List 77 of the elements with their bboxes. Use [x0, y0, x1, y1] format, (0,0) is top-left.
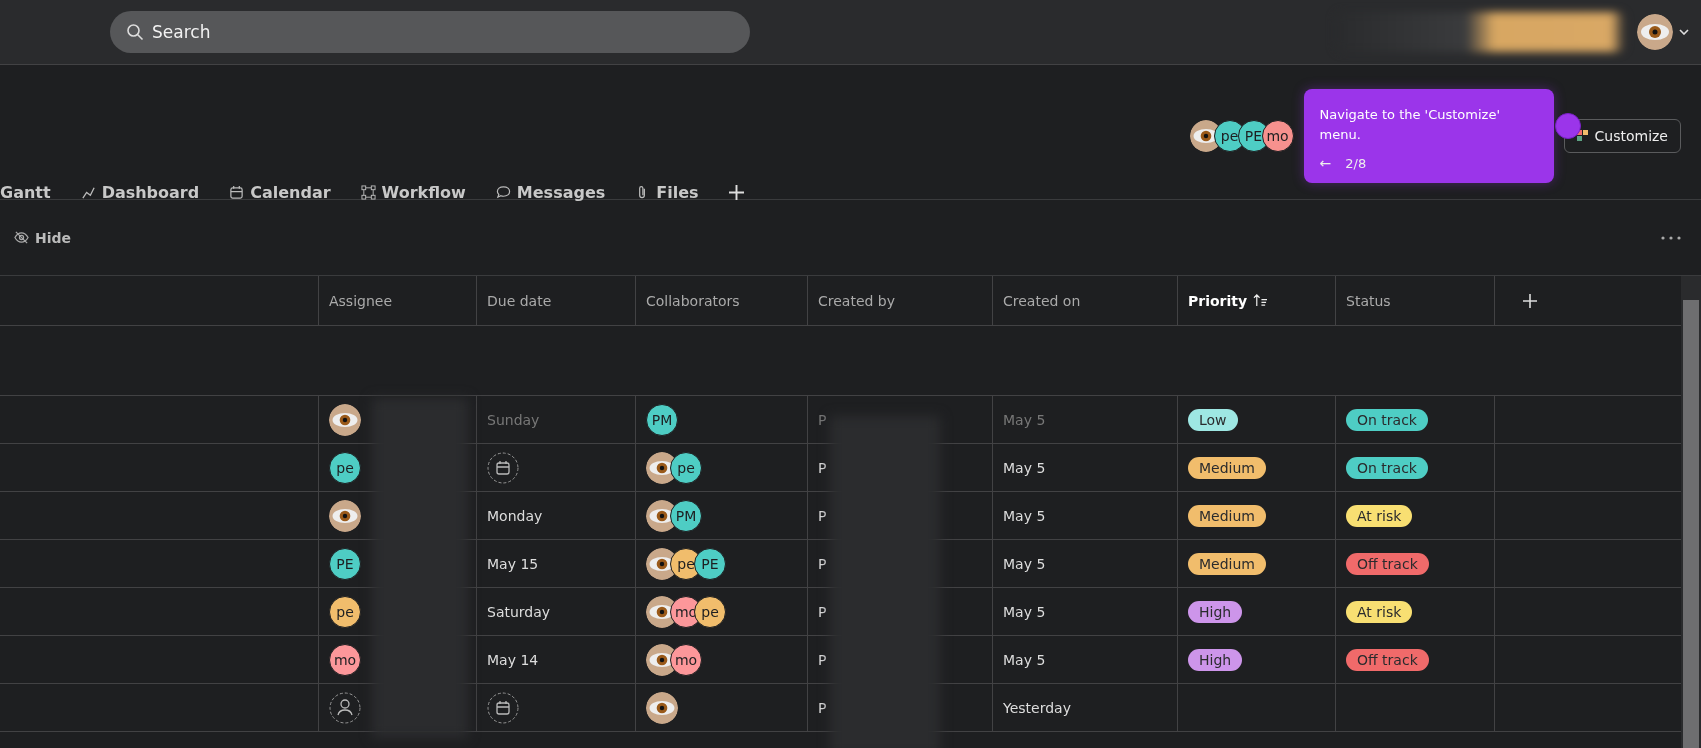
- avatar: pe: [694, 595, 726, 628]
- priority-tag[interactable]: Medium: [1188, 504, 1266, 527]
- due-date: Saturday: [487, 603, 551, 620]
- status-tag[interactable]: Off track: [1346, 552, 1429, 575]
- created-date: May 5: [1003, 651, 1046, 668]
- avatar: pe: [670, 451, 702, 484]
- step-counter: 2/8: [1345, 155, 1367, 171]
- created-date: May 5: [1003, 603, 1046, 620]
- created-date: May 5: [1003, 411, 1046, 428]
- column-header[interactable]: Collaborators: [636, 276, 808, 325]
- created-date: May 5: [1003, 507, 1046, 524]
- tooltip-text: Navigate to the 'Customize' menu.: [1319, 106, 1501, 144]
- scrollbar-thumb[interactable]: [1683, 300, 1699, 748]
- column-header[interactable]: Due date: [477, 276, 636, 325]
- tab[interactable]: Dashboard: [80, 183, 200, 202]
- avatar: PE: [329, 547, 361, 580]
- tab[interactable]: Gantt: [0, 183, 51, 202]
- priority-tag[interactable]: Low: [1188, 408, 1238, 431]
- date-placeholder-icon[interactable]: [487, 451, 519, 484]
- creator-name: P: [818, 411, 827, 428]
- tab[interactable]: Workflow: [360, 183, 466, 202]
- created-date: May 5: [1003, 555, 1046, 572]
- sort-icon: [1253, 294, 1269, 307]
- due-date: May 15: [487, 555, 539, 572]
- avatar: PM: [670, 499, 702, 532]
- add-tab-icon[interactable]: [728, 185, 744, 200]
- priority-tag[interactable]: Medium: [1188, 456, 1266, 479]
- status-tag[interactable]: On track: [1346, 456, 1428, 479]
- column-header[interactable]: Assignee: [319, 276, 477, 325]
- date-placeholder-icon[interactable]: [487, 691, 519, 724]
- avatar: mo: [670, 643, 702, 676]
- speech-bubble-icon: [495, 185, 511, 200]
- creator-name: P: [818, 507, 827, 524]
- assignee-placeholder-icon[interactable]: [329, 691, 361, 724]
- creator-name: P: [818, 603, 827, 620]
- due-date: May 14: [487, 651, 539, 668]
- created-date: Yesterday: [1003, 699, 1071, 716]
- priority-tag[interactable]: High: [1188, 600, 1243, 623]
- workflow-icon: [360, 185, 376, 200]
- due-date: Monday: [487, 507, 543, 524]
- column-header[interactable]: Priority: [1178, 276, 1336, 325]
- column-header[interactable]: Created on: [993, 276, 1178, 325]
- status-tag[interactable]: Off track: [1346, 648, 1429, 671]
- tab[interactable]: Calendar: [229, 183, 331, 202]
- tab[interactable]: Files: [635, 183, 699, 202]
- tab[interactable]: Messages: [495, 183, 606, 202]
- calendar-icon: [229, 185, 245, 200]
- chart-icon: [80, 185, 96, 200]
- column-header[interactable]: Status: [1336, 276, 1495, 325]
- avatar: mo: [329, 643, 361, 676]
- hide-button[interactable]: Hide: [14, 229, 72, 246]
- creator-name: P: [818, 459, 827, 476]
- hidden-eye-icon: [14, 230, 29, 245]
- avatar: pe: [329, 595, 361, 628]
- status-tag[interactable]: At risk: [1346, 600, 1413, 623]
- hotspot-dot: [1555, 113, 1581, 139]
- customize-button[interactable]: Customize: [1563, 119, 1681, 153]
- creator-name: P: [818, 555, 827, 572]
- status-tag[interactable]: At risk: [1346, 504, 1413, 527]
- avatar: PE: [694, 547, 726, 580]
- creator-name: P: [818, 651, 827, 668]
- search-icon: [126, 23, 144, 41]
- avatar: PM: [646, 403, 678, 436]
- column-header[interactable]: Created by: [808, 276, 993, 325]
- search-field[interactable]: Search: [110, 11, 750, 53]
- more-icon[interactable]: [1661, 235, 1681, 240]
- created-date: May 5: [1003, 459, 1046, 476]
- due-date: Sunday: [487, 411, 540, 428]
- caret-icon[interactable]: [1679, 29, 1689, 35]
- back-button[interactable]: ←: [1319, 155, 1332, 171]
- add-column-icon[interactable]: [1523, 293, 1537, 308]
- avatar: mo: [1261, 120, 1294, 152]
- avatar: pe: [329, 451, 361, 484]
- priority-tag[interactable]: High: [1188, 648, 1243, 671]
- creator-name: P: [818, 699, 827, 716]
- priority-tag[interactable]: Medium: [1188, 552, 1266, 575]
- status-tag[interactable]: On track: [1346, 408, 1428, 431]
